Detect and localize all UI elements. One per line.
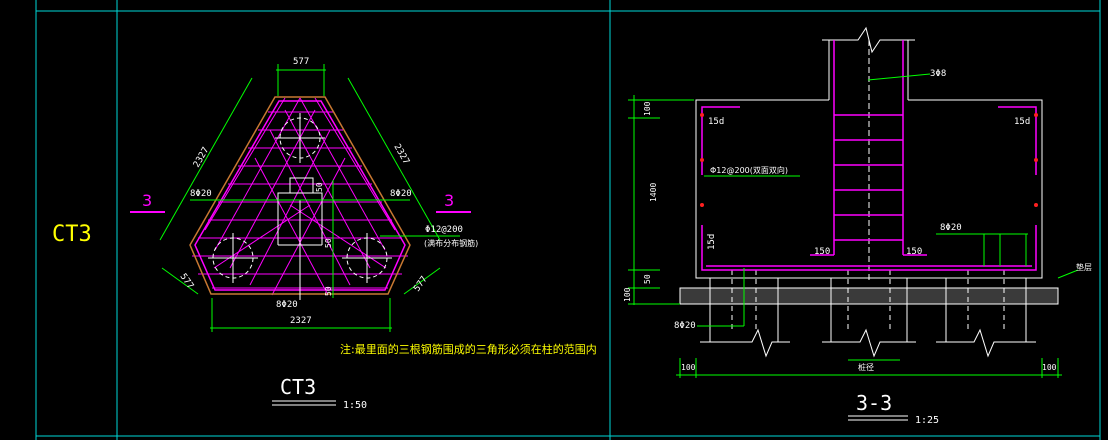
section-dim-left-edge: 100 <box>681 363 696 372</box>
section-label-tr-anchor: 15d <box>1014 117 1030 127</box>
plan-rebar-left: 8Φ20 <box>190 189 212 199</box>
plan-dim-right: 2327 <box>391 143 411 167</box>
ct3-side-label: CT3 <box>52 222 92 247</box>
plan-scale: 1:50 <box>343 400 367 411</box>
plan-rebar-right: 8Φ20 <box>390 189 412 199</box>
section-scale: 1:25 <box>915 415 939 426</box>
section-view: 100 1400 50 100 100 100 3Φ8 15d 15d 15d … <box>623 26 1092 426</box>
section-label-stirrup: 3Φ8 <box>930 69 946 79</box>
section-dim-base: 100 <box>623 287 632 302</box>
section-label-side-anchor: 15d <box>707 234 717 250</box>
plan-section-mark-right: 3 <box>444 191 454 210</box>
section-label-tl-anchor: 15d <box>708 117 724 127</box>
section-label-rebar-bottom: 8Φ20 <box>674 321 696 331</box>
section-label-rebar-right: 8Φ20 <box>940 223 962 233</box>
section-label-pile: 桩径 <box>858 362 874 372</box>
column-outline <box>277 177 323 300</box>
plan-rebar-bottom: 8Φ20 <box>276 300 298 310</box>
section-title-underline <box>848 415 908 421</box>
section-title: 3-3 <box>856 391 892 415</box>
plan-rebar-distributed-note: (满布分布钢筋) <box>424 238 478 248</box>
section-label-br-anchor: 150 <box>906 247 922 257</box>
section-column <box>822 26 915 280</box>
section-label-mesh: Φ12@200(双面双向) <box>710 165 788 175</box>
section-label-bedding: 垫层 <box>1076 262 1092 272</box>
plan-rebar-distributed: Φ12@200 <box>425 225 463 235</box>
plan-dim-left: 2327 <box>192 146 212 170</box>
plan-note: 注:最里面的三根钢筋围成的三角形必须在柱的范围内 <box>340 342 597 356</box>
section-bedding <box>679 287 1059 305</box>
cad-drawing: CT3 577 2327 2327 2327 577 577 50 50 50 … <box>0 0 1108 440</box>
plan-dim-50-a: 50 <box>315 182 324 192</box>
plan-title: CT3 <box>280 375 316 399</box>
plan-dim-top: 577 <box>293 57 309 67</box>
section-dim-right-edge: 100 <box>1042 363 1057 372</box>
plan-section-mark-left: 3 <box>142 191 152 210</box>
drawing-frame <box>35 0 1101 440</box>
plan-view: 577 2327 2327 2327 577 577 50 50 50 8Φ20… <box>130 57 597 411</box>
plan-dim-bottom: 2327 <box>290 316 312 326</box>
section-label-bl-anchor: 150 <box>814 247 830 257</box>
section-dim-height: 1400 <box>649 183 658 202</box>
plan-title-underline <box>272 400 336 406</box>
plan-dim-50-c: 50 <box>324 286 333 296</box>
section-dim-top: 100 <box>643 101 652 116</box>
plan-dim-50-b: 50 <box>324 238 333 248</box>
section-dim-lower: 50 <box>643 274 652 284</box>
